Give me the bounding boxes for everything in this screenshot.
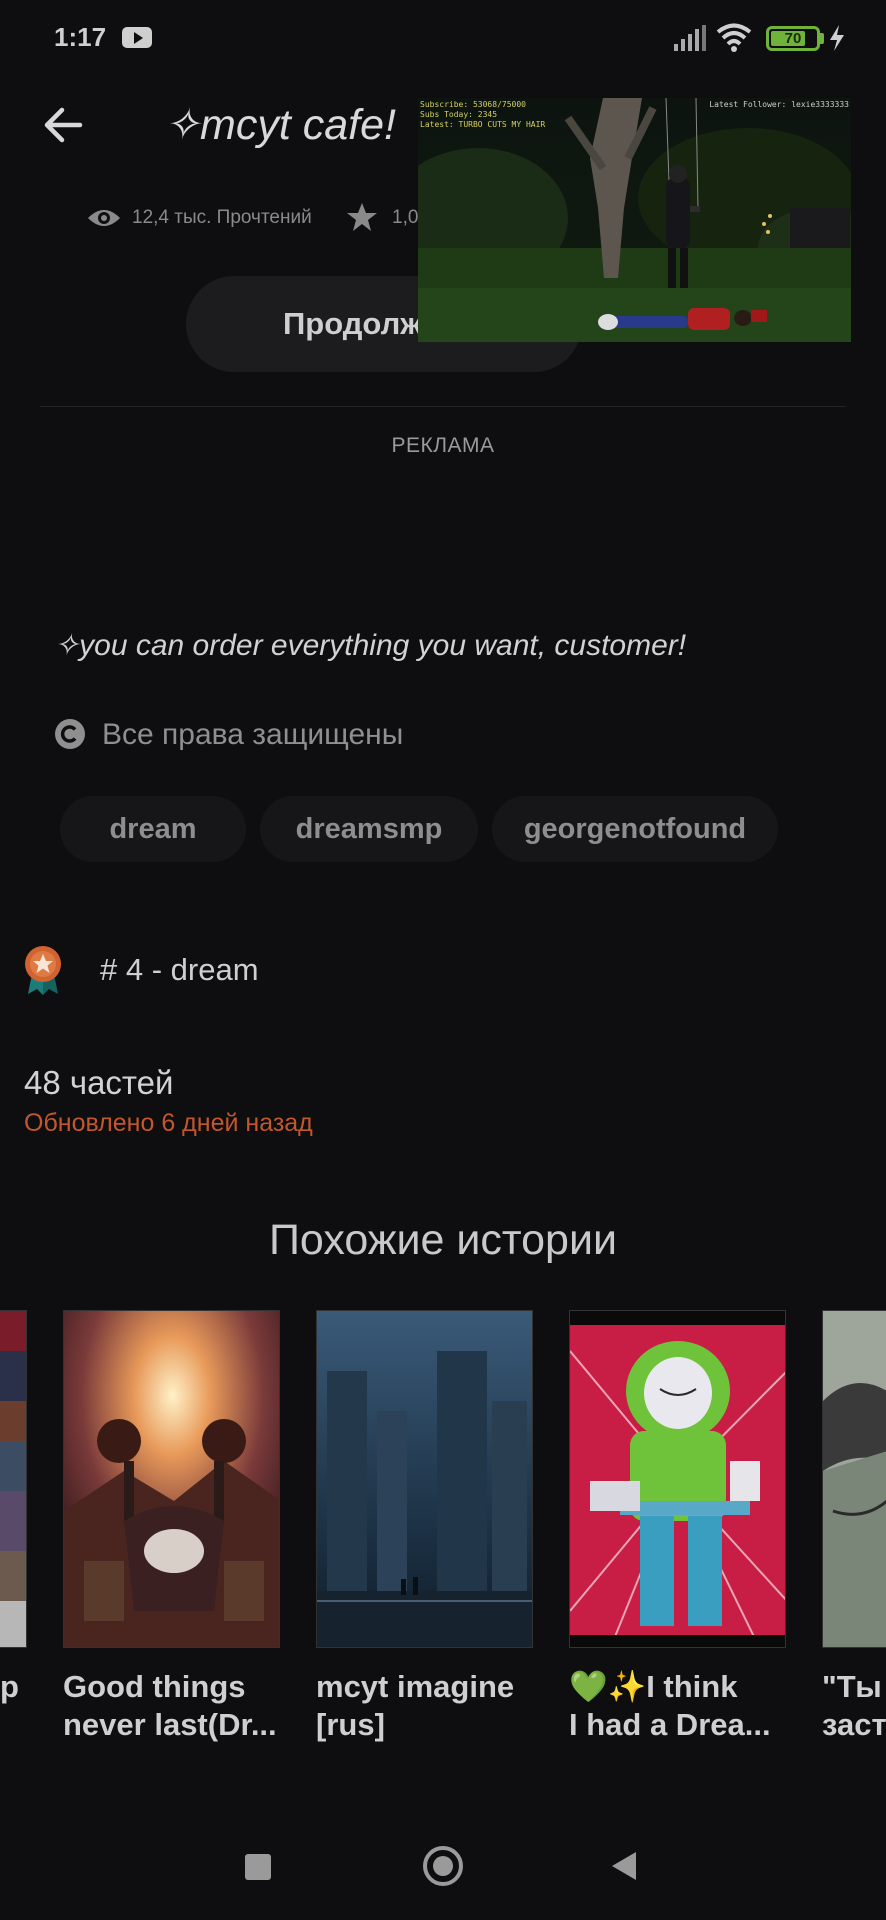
story-description: ✧you can order everything you want, cust…: [54, 629, 687, 662]
recents-button[interactable]: [245, 1854, 271, 1880]
tag-dreamsmp[interactable]: dreamsmp: [260, 796, 478, 862]
medal-icon: [25, 946, 61, 995]
video-subscriber-goal: Subscribe: 53068/75000: [420, 100, 526, 109]
story-title: ✧mcyt cafe!: [164, 101, 396, 149]
story-cover[interactable]: [63, 1310, 280, 1648]
story-cover[interactable]: [316, 1310, 533, 1648]
reads-count: 12,4 тыс. Прочтений: [132, 207, 312, 228]
rank-label[interactable]: # 4 - dream: [100, 952, 259, 988]
youtube-icon: [122, 27, 152, 48]
story-cover[interactable]: [0, 1310, 27, 1648]
story-cover[interactable]: [822, 1310, 886, 1648]
video-frame: [418, 98, 851, 342]
video-latest: Latest: TURBO CUTS MY HAIR: [420, 120, 546, 129]
ad-divider: [40, 406, 846, 407]
home-button[interactable]: [423, 1846, 463, 1886]
story-title[interactable]: mcyt imagine [rus]: [316, 1668, 536, 1744]
continue-reading-label: Продолж: [283, 306, 423, 341]
star-icon: [347, 203, 377, 231]
copyright-text: Все права защищены: [102, 718, 404, 751]
video-subs-today: Subs Today: 2345: [420, 110, 498, 119]
signal-icon: [674, 25, 706, 51]
charging-bolt-icon: [830, 25, 844, 51]
video-latest-follower: Latest Follower: lexie3333333: [709, 100, 849, 109]
story-cover[interactable]: [569, 1310, 786, 1648]
story-title[interactable]: Good things never last(Dr...: [63, 1668, 283, 1744]
battery-icon: 70: [766, 26, 820, 51]
status-time: 1:17: [54, 22, 107, 52]
parts-count[interactable]: 48 частей: [24, 1064, 173, 1102]
nav-back-icon[interactable]: [610, 1850, 638, 1882]
updated-label: Обновлено 6 дней назад: [24, 1109, 313, 1137]
video-overlay[interactable]: Subscribe: 53068/75000 Subs Today: 2345 …: [418, 98, 851, 342]
similar-stories-heading: Похожие истории: [268, 1216, 618, 1264]
story-title-partial[interactable]: "Ты заст: [822, 1668, 886, 1744]
tag-dream[interactable]: dream: [60, 796, 246, 862]
ad-label: РЕКЛАМА: [391, 434, 495, 457]
battery-tip: [820, 33, 824, 44]
eye-icon: [88, 210, 120, 226]
votes-count: 1,0: [392, 207, 419, 228]
wifi-icon: [716, 23, 752, 52]
story-title-partial[interactable]: p: [0, 1668, 20, 1706]
battery-level: 70: [784, 30, 802, 47]
back-arrow-icon[interactable]: [40, 102, 86, 148]
tag-georgenotfound[interactable]: georgenotfound: [492, 796, 778, 862]
story-title[interactable]: 💚✨I think I had a Drea...: [569, 1668, 789, 1744]
copyright-icon: [55, 719, 85, 749]
